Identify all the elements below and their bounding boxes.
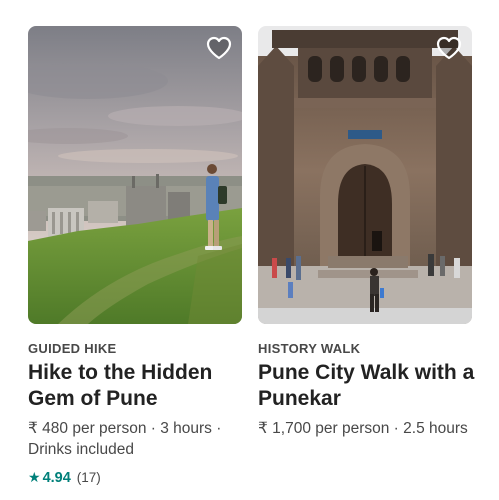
experience-photo[interactable] <box>258 26 472 324</box>
experience-card[interactable]: GUIDED HIKE Hike to the Hidden Gem of Pu… <box>28 26 242 486</box>
experience-card[interactable]: HISTORY WALK Pune City Walk with a Punek… <box>258 26 474 437</box>
rating: ★ 4.94 (17) <box>28 469 101 486</box>
experience-photo[interactable] <box>28 26 242 324</box>
wishlist-heart-icon[interactable] <box>436 36 462 60</box>
experience-details: ₹ 1,700 per person · 2.5 hours <box>258 420 468 437</box>
wishlist-heart-icon[interactable] <box>206 36 232 60</box>
experience-category: HISTORY WALK <box>258 341 361 356</box>
experience-category: GUIDED HIKE <box>28 341 117 356</box>
hike-photo <box>28 26 242 324</box>
experience-details: ₹ 480 per person · 3 hours · Drinks incl… <box>28 420 222 458</box>
experience-title[interactable]: Pune City Walk with a Punekar <box>258 360 480 412</box>
rating-score: 4.94 <box>42 470 71 486</box>
star-icon: ★ <box>28 469 41 485</box>
experience-title[interactable]: Hike to the Hidden Gem of Pune <box>28 360 250 412</box>
review-count: (17) <box>76 470 101 485</box>
fort-photo <box>258 26 472 324</box>
